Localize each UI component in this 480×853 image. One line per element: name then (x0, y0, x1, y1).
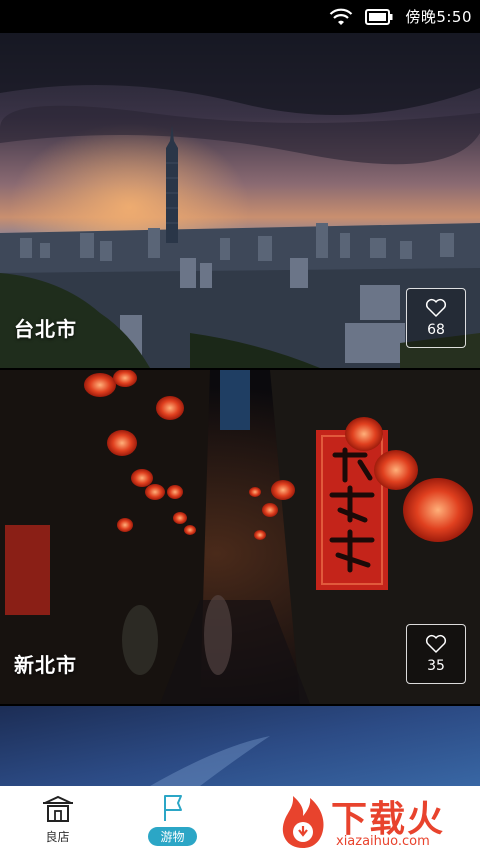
bookmark-icon (163, 795, 182, 821)
nav-item-shop[interactable]: 良店 (0, 786, 115, 853)
status-bar: 傍晚5:50 (0, 0, 480, 33)
city-card-taipei[interactable]: 台北市 68 (0, 33, 480, 368)
screen: 傍晚5:50 台北市 68 新北市 35 良店 游物 下载火 xiazaihuo… (0, 0, 480, 853)
city-feed[interactable]: 台北市 68 新北市 35 (0, 33, 480, 786)
battery-icon (365, 8, 393, 25)
heart-icon (425, 634, 447, 653)
city-name: 新北市 (14, 653, 77, 677)
city-name: 台北市 (14, 317, 77, 341)
nav-label: 良店 (45, 830, 70, 844)
like-button[interactable]: 35 (406, 624, 466, 684)
shop-icon (42, 795, 73, 822)
heart-icon (425, 298, 447, 317)
like-count: 68 (427, 322, 445, 338)
city-card-partial[interactable] (0, 706, 480, 786)
like-count: 35 (427, 658, 445, 674)
nav-label: 游物 (148, 827, 197, 846)
watermark-url: xiazaihuo.com (336, 834, 430, 849)
wifi-icon (330, 8, 353, 25)
city-card-new-taipei[interactable]: 新北市 35 (0, 370, 480, 704)
flame-icon (282, 796, 324, 848)
nav-item-travel[interactable]: 游物 (115, 786, 230, 853)
watermark-logo: 下载火 xiazaihuo.com (276, 790, 476, 852)
blue-sky-image (0, 706, 480, 786)
like-button[interactable]: 68 (406, 288, 466, 348)
status-time: 傍晚5:50 (405, 8, 472, 26)
